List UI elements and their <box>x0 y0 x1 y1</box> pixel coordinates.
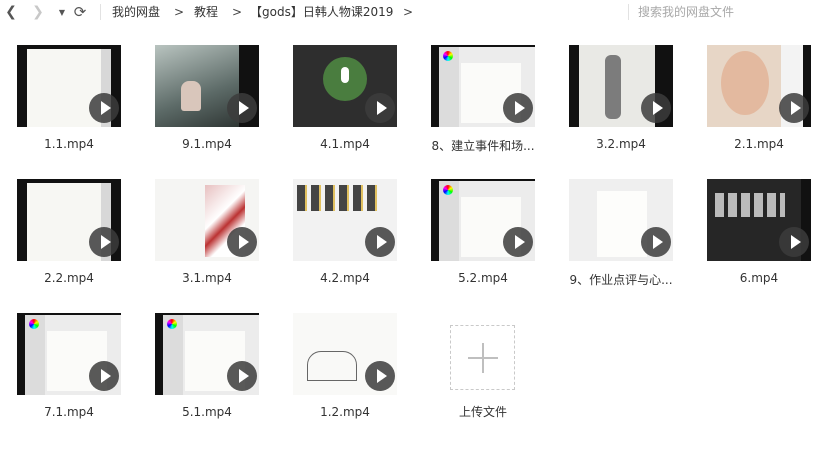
play-icon[interactable] <box>641 93 671 123</box>
file-tile[interactable]: 2.2.mp4 <box>0 179 121 309</box>
file-tile[interactable]: 6.mp4 <box>690 179 811 309</box>
toolbar: ❮ ❯ ▼ ⟳ 我的网盘 > 教程 > 【gods】日韩人物课2019 > <box>0 0 840 24</box>
file-name: 3.2.mp4 <box>596 137 646 151</box>
file-tile[interactable]: 9、作业点评与心... <box>552 179 673 309</box>
play-icon[interactable] <box>89 227 119 257</box>
breadcrumb-item-my-disk[interactable]: 我的网盘 <box>112 0 160 24</box>
play-icon[interactable] <box>365 93 395 123</box>
breadcrumb-item-tutorials[interactable]: 教程 <box>194 0 218 24</box>
file-name: 1.1.mp4 <box>44 137 94 151</box>
breadcrumb-separator[interactable]: > <box>403 0 413 24</box>
video-thumbnail <box>293 313 397 395</box>
file-name: 2.2.mp4 <box>44 271 94 285</box>
divider <box>628 4 629 20</box>
play-icon[interactable] <box>89 93 119 123</box>
video-thumbnail <box>707 179 811 261</box>
breadcrumb-item-current-folder[interactable]: 【gods】日韩人物课2019 <box>250 0 393 24</box>
play-icon[interactable] <box>89 361 119 391</box>
play-icon[interactable] <box>365 361 395 391</box>
play-icon[interactable] <box>227 93 257 123</box>
file-tile[interactable]: 1.1.mp4 <box>0 45 121 175</box>
breadcrumb-separator[interactable]: > <box>174 0 184 24</box>
file-tile[interactable]: 3.2.mp4 <box>552 45 673 175</box>
video-thumbnail <box>293 45 397 127</box>
play-icon[interactable] <box>503 93 533 123</box>
file-tile[interactable]: 7.1.mp4 <box>0 313 121 443</box>
file-tile[interactable]: 5.2.mp4 <box>414 179 535 309</box>
file-tile[interactable]: 1.2.mp4 <box>276 313 397 443</box>
file-tile[interactable]: 2.1.mp4 <box>690 45 811 175</box>
video-thumbnail <box>569 179 673 261</box>
video-thumbnail <box>155 313 259 395</box>
file-name: 5.1.mp4 <box>182 405 232 419</box>
breadcrumb-separator[interactable]: > <box>232 0 242 24</box>
file-name: 7.1.mp4 <box>44 405 94 419</box>
file-name: 6.mp4 <box>739 271 779 285</box>
breadcrumb: 我的网盘 > 教程 > 【gods】日韩人物课2019 > <box>0 0 630 24</box>
video-thumbnail <box>17 313 121 395</box>
search-input[interactable] <box>638 2 838 22</box>
play-icon[interactable] <box>779 227 809 257</box>
file-tile[interactable]: 3.1.mp4 <box>138 179 259 309</box>
play-icon[interactable] <box>641 227 671 257</box>
file-tile[interactable]: 5.1.mp4 <box>138 313 259 443</box>
file-name: 4.1.mp4 <box>320 137 370 151</box>
upload-label[interactable]: 上传文件 <box>440 403 526 420</box>
file-name: 1.2.mp4 <box>320 405 370 419</box>
video-thumbnail <box>569 45 673 127</box>
file-tile[interactable]: 8、建立事件和场... <box>414 45 535 175</box>
video-thumbnail <box>155 179 259 261</box>
video-thumbnail <box>155 45 259 127</box>
video-thumbnail <box>17 179 121 261</box>
upload-button[interactable] <box>450 325 515 390</box>
file-name: 5.2.mp4 <box>458 271 508 285</box>
file-name: 4.2.mp4 <box>320 271 370 285</box>
play-icon[interactable] <box>779 93 809 123</box>
file-tile[interactable]: 9.1.mp4 <box>138 45 259 175</box>
play-icon[interactable] <box>227 361 257 391</box>
video-thumbnail <box>707 45 811 127</box>
file-name: 9.1.mp4 <box>182 137 232 151</box>
video-thumbnail <box>431 179 535 261</box>
video-thumbnail <box>17 45 121 127</box>
video-thumbnail <box>293 179 397 261</box>
file-name: 9、作业点评与心... <box>569 273 673 287</box>
play-icon[interactable] <box>365 227 395 257</box>
file-name: 8、建立事件和场... <box>431 139 535 153</box>
file-name: 3.1.mp4 <box>182 271 232 285</box>
file-name: 2.1.mp4 <box>734 137 784 151</box>
file-tile[interactable]: 4.2.mp4 <box>276 179 397 309</box>
file-tile[interactable]: 4.1.mp4 <box>276 45 397 175</box>
video-thumbnail <box>431 45 535 127</box>
play-icon[interactable] <box>503 227 533 257</box>
play-icon[interactable] <box>227 227 257 257</box>
plus-icon <box>481 342 484 373</box>
